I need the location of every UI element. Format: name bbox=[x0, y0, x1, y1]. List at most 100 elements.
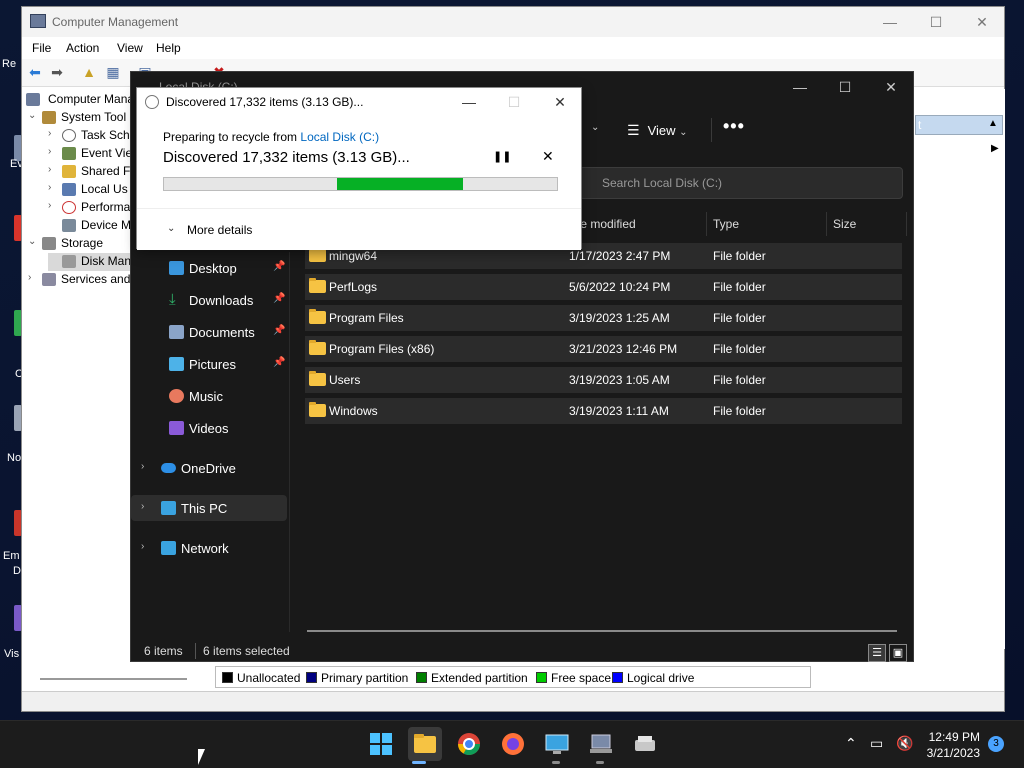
pin-icon[interactable]: 📌 bbox=[273, 261, 285, 272]
taskbar-remote-desktop[interactable] bbox=[544, 731, 570, 757]
start-button[interactable] bbox=[368, 731, 394, 757]
close-button[interactable]: ✕ bbox=[868, 76, 914, 98]
minimize-button[interactable]: — bbox=[449, 91, 489, 113]
tree-item-label: Computer Mana bbox=[48, 92, 135, 106]
chevron-right-icon[interactable]: ▶ bbox=[991, 143, 999, 154]
chevron-right-icon[interactable]: › bbox=[141, 461, 144, 472]
details-view-icon[interactable]: ☰ bbox=[868, 644, 886, 662]
pane-divider[interactable] bbox=[289, 252, 290, 632]
title-bar[interactable]: Computer Management — ☐ ✕ bbox=[22, 7, 1004, 37]
table-row[interactable]: Users 3/19/2023 1:05 AM File folder bbox=[305, 367, 902, 393]
expander-icon[interactable]: › bbox=[48, 128, 58, 139]
column-size[interactable]: Size bbox=[827, 212, 907, 236]
nav-item-documents[interactable]: Documents 📌 bbox=[131, 319, 287, 345]
source-link[interactable]: Local Disk (C:) bbox=[300, 130, 379, 144]
table-row[interactable]: Windows 3/19/2023 1:11 AM File folder bbox=[305, 398, 902, 424]
taskbar-firefox[interactable] bbox=[500, 731, 526, 757]
actions-header[interactable]: t ▲ bbox=[915, 115, 1003, 135]
tree-item-label: Services and bbox=[61, 272, 131, 286]
search-input[interactable]: Search Local Disk (C:) bbox=[579, 167, 903, 199]
expander-icon[interactable]: › bbox=[48, 164, 58, 175]
nav-item-music[interactable]: Music bbox=[131, 383, 287, 409]
nav-item-onedrive[interactable]: › OneDrive bbox=[131, 455, 287, 481]
table-row[interactable]: Program Files (x86) 3/21/2023 12:46 PM F… bbox=[305, 336, 902, 362]
actions-item[interactable]: s bbox=[917, 143, 923, 157]
close-button[interactable]: ✕ bbox=[540, 91, 580, 113]
nav-item-videos[interactable]: Videos bbox=[131, 415, 287, 441]
more-details-toggle[interactable]: ⌄ More details bbox=[137, 208, 581, 250]
taskbar-file-explorer[interactable] bbox=[408, 727, 442, 761]
legend-swatch bbox=[416, 672, 427, 683]
chevron-down-icon: ⌄ bbox=[167, 223, 176, 234]
taskbar-chrome[interactable] bbox=[456, 731, 482, 757]
forward-arrow-icon[interactable]: ➡ bbox=[48, 64, 66, 80]
document-icon bbox=[169, 325, 184, 339]
pause-icon[interactable]: ❚❚ bbox=[493, 150, 511, 163]
minimize-button[interactable]: — bbox=[777, 76, 823, 98]
cancel-icon[interactable]: ✕ bbox=[542, 148, 554, 165]
expander-icon[interactable]: ⌄ bbox=[28, 236, 38, 247]
nav-item-desktop[interactable]: Desktop 📌 bbox=[131, 255, 287, 281]
pin-icon[interactable]: 📌 bbox=[273, 357, 285, 368]
column-type[interactable]: Type bbox=[707, 212, 827, 236]
scrollbar[interactable] bbox=[40, 678, 187, 680]
horizontal-scrollbar[interactable] bbox=[307, 630, 897, 632]
pin-icon[interactable]: 📌 bbox=[273, 293, 285, 304]
column-date-modified[interactable]: te modified bbox=[571, 212, 707, 236]
pin-icon[interactable]: 📌 bbox=[273, 325, 285, 336]
expander-icon[interactable]: › bbox=[48, 182, 58, 193]
tree-item-selected[interactable]: Disk Man bbox=[48, 253, 132, 271]
nav-item-network[interactable]: › Network bbox=[131, 535, 287, 561]
clock-date[interactable]: 3/21/2023 bbox=[920, 746, 980, 760]
back-arrow-icon[interactable]: ⬅ bbox=[26, 64, 44, 80]
chevron-down-icon[interactable]: ⌄ bbox=[591, 122, 599, 133]
menu-file[interactable]: File bbox=[32, 41, 51, 55]
collapse-up-icon[interactable]: ▲ bbox=[988, 118, 998, 129]
notification-badge[interactable]: 3 bbox=[988, 736, 1004, 752]
expander-icon[interactable]: › bbox=[28, 272, 38, 283]
menu-help[interactable]: Help bbox=[156, 41, 181, 55]
menu-view[interactable]: View bbox=[117, 41, 143, 55]
maximize-button[interactable]: ☐ bbox=[822, 76, 868, 98]
show-hide-tree-icon[interactable]: ▦ bbox=[104, 64, 122, 80]
view-button[interactable]: ☰ View ⌄ bbox=[627, 122, 688, 139]
file-name: mingw64 bbox=[329, 249, 378, 263]
tiles-view-icon[interactable]: ▣ bbox=[889, 644, 907, 662]
chevron-right-icon[interactable]: › bbox=[141, 541, 144, 552]
close-button[interactable]: ✕ bbox=[962, 11, 1002, 33]
tree-item-label: Performa bbox=[81, 200, 131, 214]
chevron-up-icon[interactable]: ⌃ bbox=[845, 735, 857, 752]
desktop-icon-label[interactable]: Re bbox=[2, 58, 16, 70]
desktop-icon-label[interactable]: Em bbox=[3, 550, 20, 562]
taskbar-computer-management[interactable] bbox=[588, 731, 614, 757]
folder-icon bbox=[414, 734, 436, 753]
active-indicator bbox=[412, 761, 426, 764]
nav-item-this-pc[interactable]: › This PC bbox=[131, 495, 287, 521]
network-status-icon[interactable]: ▭ bbox=[870, 735, 883, 752]
expander-icon[interactable]: ⌄ bbox=[28, 110, 38, 121]
table-row[interactable]: PerfLogs 5/6/2022 10:24 PM File folder bbox=[305, 274, 902, 300]
clock-time[interactable]: 12:49 PM bbox=[920, 730, 980, 744]
taskbar-disk-tool[interactable] bbox=[632, 731, 658, 757]
desktop-icon-label[interactable]: No bbox=[7, 452, 21, 464]
tree-item-label: Local Us bbox=[81, 182, 128, 196]
desktop-icon-label[interactable]: Vis bbox=[4, 648, 19, 660]
running-indicator bbox=[596, 761, 604, 764]
nav-item-pictures[interactable]: Pictures 📌 bbox=[131, 351, 287, 377]
volume-muted-icon[interactable]: 🔇 bbox=[896, 735, 913, 752]
computer-management-icon bbox=[30, 14, 46, 28]
tools-icon bbox=[42, 111, 56, 124]
menu-action[interactable]: Action bbox=[66, 41, 99, 55]
nav-item-downloads[interactable]: ⤓ Downloads 📌 bbox=[131, 287, 287, 313]
table-row[interactable]: Program Files 3/19/2023 1:25 AM File fol… bbox=[305, 305, 902, 331]
chevron-right-icon[interactable]: › bbox=[141, 501, 144, 512]
tree-item-label: Storage bbox=[61, 236, 104, 250]
maximize-button[interactable]: ☐ bbox=[916, 11, 956, 33]
expander-icon[interactable]: › bbox=[48, 200, 58, 211]
more-options-button[interactable]: ••• bbox=[723, 116, 745, 137]
up-folder-icon[interactable]: ▲ bbox=[80, 64, 98, 80]
expander-icon[interactable]: › bbox=[48, 146, 58, 157]
minimize-button[interactable]: — bbox=[870, 11, 910, 33]
desktop-icon-label[interactable]: D bbox=[13, 565, 21, 577]
dialog-title-bar[interactable]: Discovered 17,332 items (3.13 GB)... — ☐… bbox=[137, 88, 581, 116]
